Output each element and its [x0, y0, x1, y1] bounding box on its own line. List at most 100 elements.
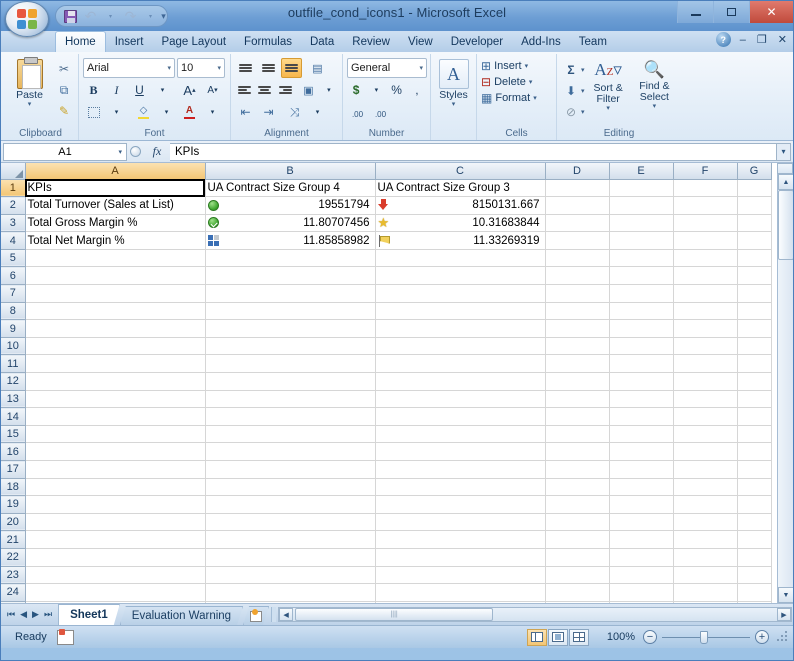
row-header-5[interactable]: 5 [1, 249, 26, 268]
cell-e25[interactable] [609, 601, 674, 603]
cell-c3[interactable]: ★ 10.31683844 [375, 214, 546, 233]
cell-a10[interactable] [25, 337, 206, 356]
cell-c8[interactable] [375, 302, 546, 321]
cell-b23[interactable] [205, 566, 376, 585]
autosum-icon[interactable]: Σ [561, 60, 581, 80]
cell-b6[interactable] [205, 266, 376, 286]
cell-d16[interactable] [545, 442, 610, 461]
decrease-indent-button[interactable]: ⇤ [235, 102, 256, 122]
cell-e22[interactable] [609, 548, 674, 567]
cell-e5[interactable] [609, 249, 674, 268]
cell-c18[interactable] [375, 478, 546, 497]
row-header-11[interactable]: 11 [1, 354, 26, 374]
cell-c2[interactable]: 8150131.667 [375, 196, 546, 215]
cell-d25[interactable] [545, 601, 610, 603]
underline-caret-icon[interactable]: ▾ [152, 80, 173, 100]
cell-g9[interactable] [737, 319, 772, 338]
tab-view[interactable]: View [399, 32, 442, 52]
delete-cells-caret-icon[interactable]: ▾ [529, 78, 533, 86]
scroll-up-button[interactable]: ▲ [778, 174, 793, 190]
cell-g4[interactable] [737, 231, 772, 250]
cell-b9[interactable] [205, 319, 376, 338]
align-top-button[interactable] [235, 58, 256, 78]
cell-c4[interactable]: 11.33269319 [375, 231, 546, 250]
cell-b17[interactable] [205, 460, 376, 479]
select-all-corner[interactable] [1, 163, 26, 180]
cell-c1[interactable]: UA Contract Size Group 3 [375, 179, 546, 198]
comma-button[interactable]: , [408, 80, 426, 100]
cell-f14[interactable] [673, 407, 738, 426]
cell-e19[interactable] [609, 495, 674, 514]
underline-button[interactable]: U [129, 80, 150, 100]
cell-d11[interactable] [545, 354, 610, 374]
cell-d21[interactable] [545, 530, 610, 549]
cell-a14[interactable] [25, 407, 206, 426]
cell-b16[interactable] [205, 442, 376, 461]
cell-d23[interactable] [545, 566, 610, 585]
cell-e4[interactable] [609, 231, 674, 250]
cell-f6[interactable] [673, 266, 738, 286]
cell-g20[interactable] [737, 513, 772, 532]
cell-g5[interactable] [737, 249, 772, 268]
font-color-caret-icon[interactable]: ▾ [202, 102, 223, 122]
sheet-tab-evaluation-warning[interactable]: Evaluation Warning [120, 606, 243, 625]
cell-e18[interactable] [609, 478, 674, 497]
insert-cells-button[interactable]: ⊞ Insert ▾ [481, 59, 552, 73]
cell-e8[interactable] [609, 302, 674, 321]
cell-e16[interactable] [609, 442, 674, 461]
shrink-font-button[interactable]: A ▾ [202, 80, 223, 100]
cell-b1[interactable]: UA Contract Size Group 4 [205, 179, 376, 198]
scroll-right-button[interactable]: ▶ [777, 608, 791, 621]
paste-button[interactable]: Paste ▾ [7, 57, 52, 121]
number-format-caret-icon[interactable]: ▾ [419, 64, 423, 72]
cell-b10[interactable] [205, 337, 376, 356]
cell-d2[interactable] [545, 196, 610, 215]
insert-worksheet-button[interactable] [243, 606, 269, 625]
cell-d12[interactable] [545, 372, 610, 391]
cell-g17[interactable] [737, 460, 772, 479]
column-header-f[interactable]: F [673, 163, 738, 180]
resize-grip[interactable] [776, 631, 788, 643]
align-left-button[interactable] [235, 80, 253, 100]
borders-caret-icon[interactable]: ▾ [106, 102, 127, 122]
fill-icon[interactable]: ⬇ [561, 81, 581, 101]
currency-button[interactable]: $ [347, 80, 365, 100]
cell-a4[interactable]: Total Net Margin % [25, 231, 206, 250]
cut-icon[interactable]: ✂ [54, 59, 74, 79]
cell-a15[interactable] [25, 425, 206, 444]
cell-c14[interactable] [375, 407, 546, 426]
cell-f21[interactable] [673, 530, 738, 549]
cell-f9[interactable] [673, 319, 738, 338]
cell-e13[interactable] [609, 390, 674, 409]
cell-g22[interactable] [737, 548, 772, 567]
cell-g18[interactable] [737, 478, 772, 497]
row-header-23[interactable]: 23 [1, 566, 26, 585]
cell-d8[interactable] [545, 302, 610, 321]
cell-f20[interactable] [673, 513, 738, 532]
row-header-6[interactable]: 6 [1, 266, 26, 286]
column-header-c[interactable]: C [375, 163, 546, 180]
nav-first-sheet-icon[interactable]: ⏮ [5, 609, 17, 620]
minimize-ribbon-icon[interactable]: – [738, 34, 748, 46]
cell-e9[interactable] [609, 319, 674, 338]
grow-font-button[interactable]: A ▴ [179, 80, 200, 100]
cell-f5[interactable] [673, 249, 738, 268]
cell-g21[interactable] [737, 530, 772, 549]
cell-e2[interactable] [609, 196, 674, 215]
cell-g7[interactable] [737, 284, 772, 303]
cell-c15[interactable] [375, 425, 546, 444]
cell-a13[interactable] [25, 390, 206, 409]
row-header-13[interactable]: 13 [1, 390, 26, 409]
cell-f16[interactable] [673, 442, 738, 461]
cell-f10[interactable] [673, 337, 738, 356]
tab-formulas[interactable]: Formulas [235, 32, 301, 52]
cell-g13[interactable] [737, 390, 772, 409]
record-macro-icon[interactable] [56, 628, 74, 645]
sort-filter-caret-icon[interactable]: ▾ [606, 105, 610, 112]
tab-review[interactable]: Review [343, 32, 399, 52]
decrease-decimal-button[interactable]: .00 [370, 104, 391, 124]
align-bottom-button[interactable] [281, 58, 302, 78]
row-header-16[interactable]: 16 [1, 442, 26, 461]
cell-a25[interactable] [25, 601, 206, 603]
cell-c21[interactable] [375, 530, 546, 549]
